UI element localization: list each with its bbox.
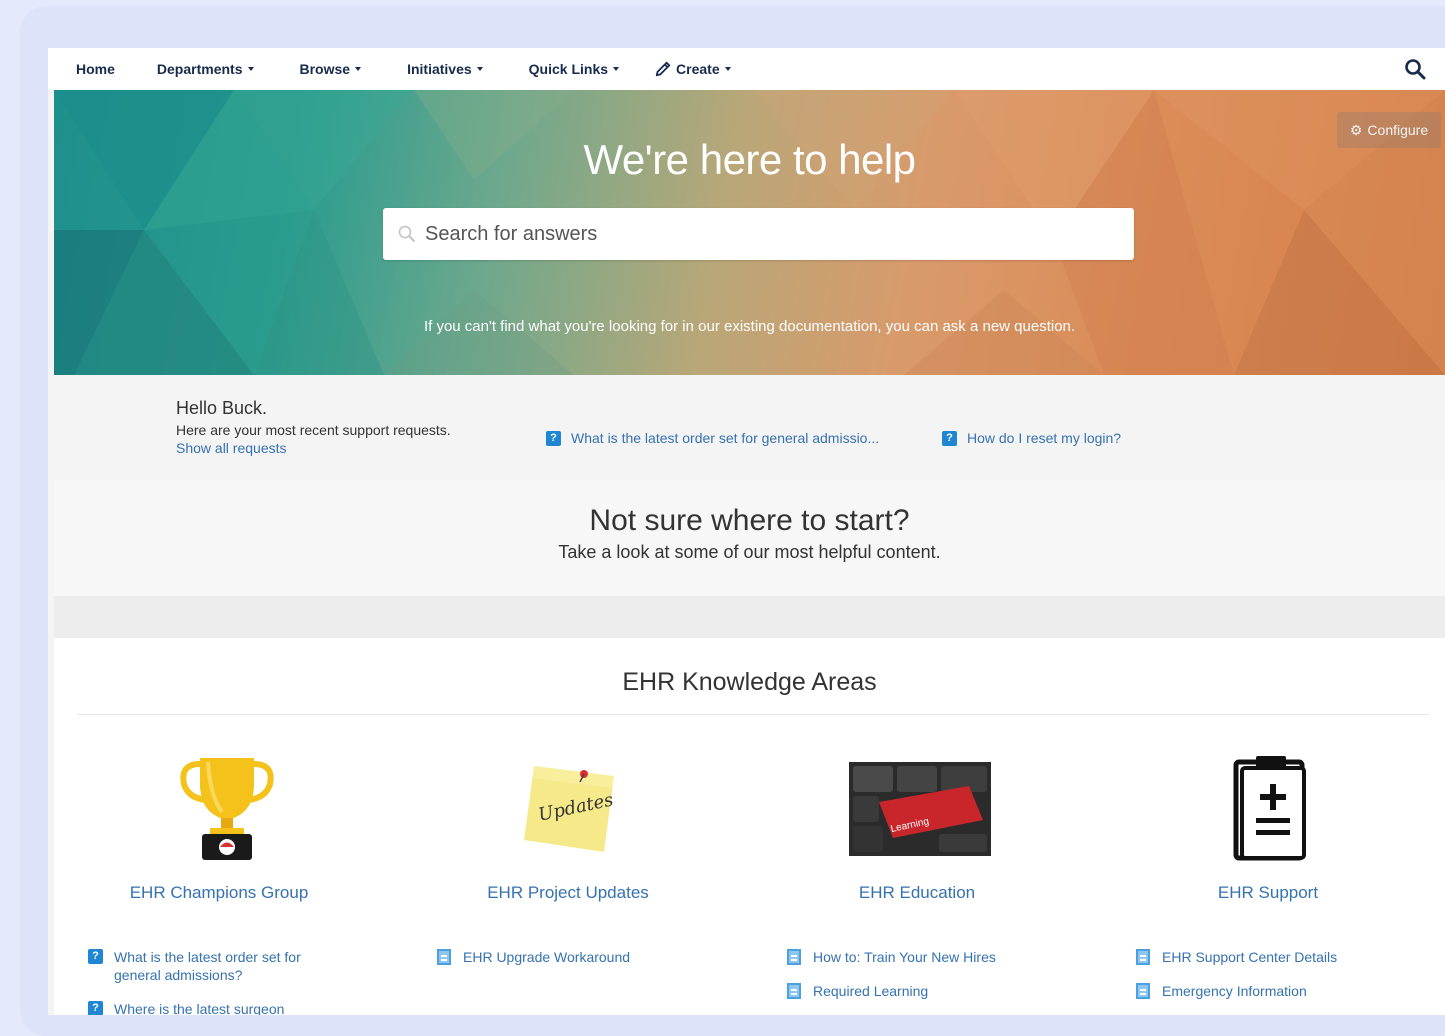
search-input[interactable] <box>423 221 1107 247</box>
knowledge-areas-section: EHR Knowledge Areas EHR Champions Group … <box>54 638 1445 1015</box>
question-icon: ? <box>88 949 103 964</box>
banner-title: We're here to help <box>583 136 916 183</box>
knowledge-area-title[interactable]: EHR Support <box>1118 883 1418 903</box>
not-sure-heading: Not sure where to start? <box>589 504 910 537</box>
knowledge-link[interactable]: How to: Train Your New Hires <box>787 948 996 966</box>
caret-down-icon <box>613 67 620 71</box>
caret-down-icon <box>247 67 254 71</box>
knowledge-link-label: What is the latest order set for general… <box>114 949 301 983</box>
not-sure-subheading: Take a look at some of our most helpful … <box>558 542 941 562</box>
divider <box>78 714 1429 715</box>
nav-home[interactable]: Home <box>76 61 115 77</box>
knowledge-link[interactable]: Required Learning <box>787 982 928 1000</box>
help-center-page: Home Departments Browse Initiatives Quic… <box>48 48 1445 1015</box>
nav-departments-label: Departments <box>156 61 243 77</box>
knowledge-link-label: Emergency Information <box>1162 983 1307 999</box>
caret-down-icon <box>476 67 483 71</box>
nav-browse-label: Browse <box>299 61 351 77</box>
nav-departments[interactable]: Departments <box>157 61 254 77</box>
search-icon <box>398 225 415 242</box>
recent-request-label: How do I reset my login? <box>967 430 1122 446</box>
trophy-icon[interactable] <box>172 750 282 862</box>
knowledge-link[interactable]: EHR Support Center Details <box>1136 948 1337 966</box>
knowledge-link-label: Where is the latest surgeon <box>114 1001 285 1015</box>
sticky-note-icon[interactable]: Updates <box>522 760 622 856</box>
nav-initiatives-label: Initiatives <box>407 61 472 77</box>
top-nav-bar: Home Departments Browse Initiatives Quic… <box>48 48 1445 90</box>
section-divider <box>54 596 1445 638</box>
page-icon <box>1136 983 1150 999</box>
configure-label: Configure <box>1367 122 1429 138</box>
recent-request-item[interactable]: ? What is the latest order set for gener… <box>546 430 879 446</box>
question-icon: ? <box>88 1001 103 1015</box>
knowledge-area-title[interactable]: EHR Education <box>767 883 1067 903</box>
keyboard-learning-image[interactable]: Learning <box>849 762 991 856</box>
recent-request-item[interactable]: ? How do I reset my login? <box>942 430 1121 446</box>
show-all-requests-link[interactable]: Show all requests <box>176 439 451 457</box>
gear-icon: ⚙ <box>1349 121 1363 138</box>
page-icon <box>437 949 451 965</box>
search-box[interactable] <box>383 208 1134 260</box>
knowledge-link-label: EHR Upgrade Workaround <box>463 949 631 965</box>
banner-hint: If you can't find what you're looking fo… <box>423 318 1076 335</box>
knowledge-link[interactable]: Emergency Information <box>1136 982 1307 1000</box>
configure-button[interactable]: ⚙ Configure <box>1337 112 1441 148</box>
page-icon <box>787 983 801 999</box>
nav-create[interactable]: Create <box>654 60 731 78</box>
knowledge-heading: EHR Knowledge Areas <box>622 668 877 696</box>
knowledge-link[interactable]: ? Where is the latest surgeon <box>88 1000 328 1015</box>
caret-down-icon <box>724 67 731 71</box>
knowledge-link-label: Required Learning <box>813 983 929 999</box>
pencil-icon <box>655 61 671 77</box>
nav-create-label: Create <box>676 61 720 77</box>
greeting-block: Hello Buck. Here are your most recent su… <box>176 398 451 457</box>
knowledge-area-title[interactable]: EHR Champions Group <box>69 883 369 903</box>
hero-banner: We're here to help If you can't find wha… <box>54 90 1445 375</box>
nav-quick-links[interactable]: Quick Links <box>528 61 620 77</box>
knowledge-link[interactable]: ? What is the latest order set for gener… <box>88 948 328 984</box>
page-icon <box>787 949 801 965</box>
recent-request-label: What is the latest order set for general… <box>571 430 880 446</box>
question-icon: ? <box>942 430 957 446</box>
nav-browse[interactable]: Browse <box>300 61 362 77</box>
clipboard-icon[interactable] <box>1232 754 1310 862</box>
knowledge-link-label: EHR Support Center Details <box>1162 949 1338 965</box>
knowledge-link[interactable]: EHR Upgrade Workaround <box>437 948 630 966</box>
nav-initiatives[interactable]: Initiatives <box>407 61 483 77</box>
question-icon: ? <box>546 430 561 446</box>
knowledge-area-title[interactable]: EHR Project Updates <box>418 883 718 903</box>
search-icon[interactable] <box>1403 57 1427 81</box>
nav-quick-links-label: Quick Links <box>528 61 609 77</box>
greeting-subtitle: Here are your most recent support reques… <box>176 422 451 438</box>
knowledge-link-label: How to: Train Your New Hires <box>813 949 996 965</box>
greeting-hello: Hello Buck. <box>176 398 268 418</box>
caret-down-icon <box>355 67 362 71</box>
page-icon <box>1136 949 1150 965</box>
